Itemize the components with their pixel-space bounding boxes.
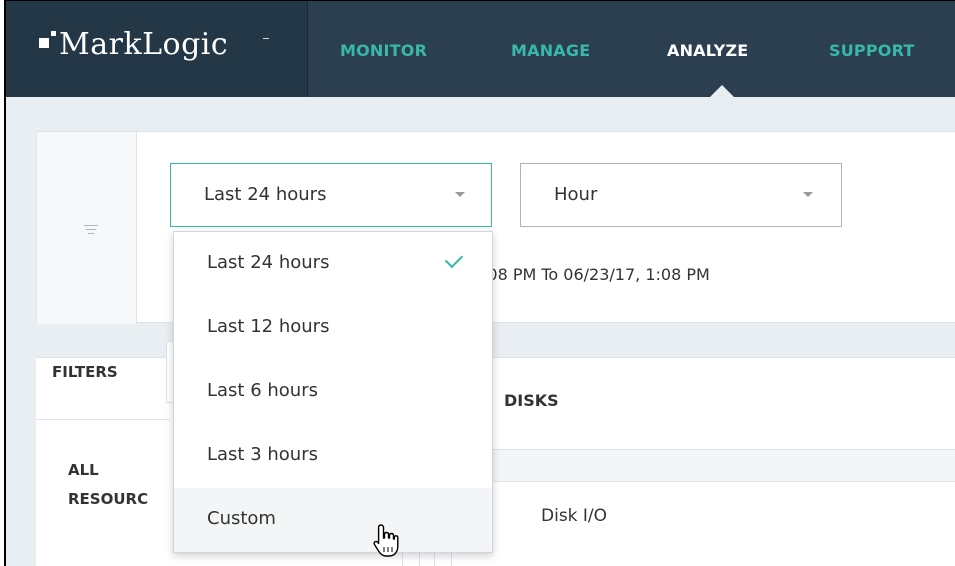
menu-item-last-6-hours[interactable]: Last 6 hours	[174, 360, 492, 424]
menu-item-label: Last 3 hours	[207, 444, 318, 465]
filters-heading: FILTERS	[52, 363, 118, 381]
granularity-select-value: Hour	[554, 184, 598, 205]
nav-monitor[interactable]: MONITOR	[340, 41, 427, 60]
scroll-handle[interactable]	[402, 551, 420, 566]
divider	[36, 419, 170, 420]
brand-name: MarkLogic	[59, 27, 229, 62]
nav-support[interactable]: SUPPORT	[829, 41, 915, 60]
logo-square-icon	[39, 38, 49, 48]
period-select-value: Last 24 hours	[204, 184, 327, 205]
period-select[interactable]: Last 24 hours	[170, 163, 492, 227]
menu-item-label: Custom	[207, 508, 276, 529]
app-window: MarkLogic MONITOR MANAGE ANALYZE SUPPORT…	[4, 0, 955, 566]
panel-toggle[interactable]	[37, 132, 137, 324]
menu-item-custom[interactable]: Custom	[174, 488, 492, 552]
table-subheader	[492, 450, 955, 482]
menu-item-last-12-hours[interactable]: Last 12 hours	[174, 296, 492, 360]
menu-item-label: Last 6 hours	[207, 380, 318, 401]
filter-lines-icon	[84, 225, 98, 237]
menu-item-label: Last 12 hours	[207, 316, 330, 337]
trademark-mark	[263, 38, 269, 39]
triangle-down-icon	[803, 192, 813, 197]
all-resources-label-line1[interactable]: ALL	[68, 461, 99, 479]
top-nav: MarkLogic MONITOR MANAGE ANALYZE SUPPORT	[6, 1, 955, 97]
nav-manage[interactable]: MANAGE	[511, 41, 590, 60]
triangle-down-icon	[455, 192, 465, 197]
active-tab-caret-icon	[710, 85, 734, 97]
hand-pointer-icon	[373, 524, 399, 557]
checkmark-icon	[444, 249, 464, 269]
scroll-handle[interactable]	[434, 551, 452, 566]
date-range-text: :08 PM To 06/23/17, 1:08 PM	[482, 265, 710, 284]
nav-analyze[interactable]: ANALYZE	[667, 41, 748, 60]
granularity-select[interactable]: Hour	[520, 163, 842, 227]
menu-item-last-3-hours[interactable]: Last 3 hours	[174, 424, 492, 488]
menu-item-last-24-hours[interactable]: Last 24 hours	[174, 232, 492, 296]
logo-dot-icon	[51, 31, 56, 36]
period-dropdown-menu: Last 24 hours Last 12 hours Last 6 hours…	[173, 231, 493, 553]
menu-item-label: Last 24 hours	[207, 252, 330, 273]
disk-io-row[interactable]: Disk I/O	[541, 506, 607, 526]
disks-section-title: DISKS	[504, 391, 559, 410]
brand-logo[interactable]: MarkLogic	[6, 1, 308, 97]
all-resources-label-line2[interactable]: RESOURC	[68, 490, 148, 508]
